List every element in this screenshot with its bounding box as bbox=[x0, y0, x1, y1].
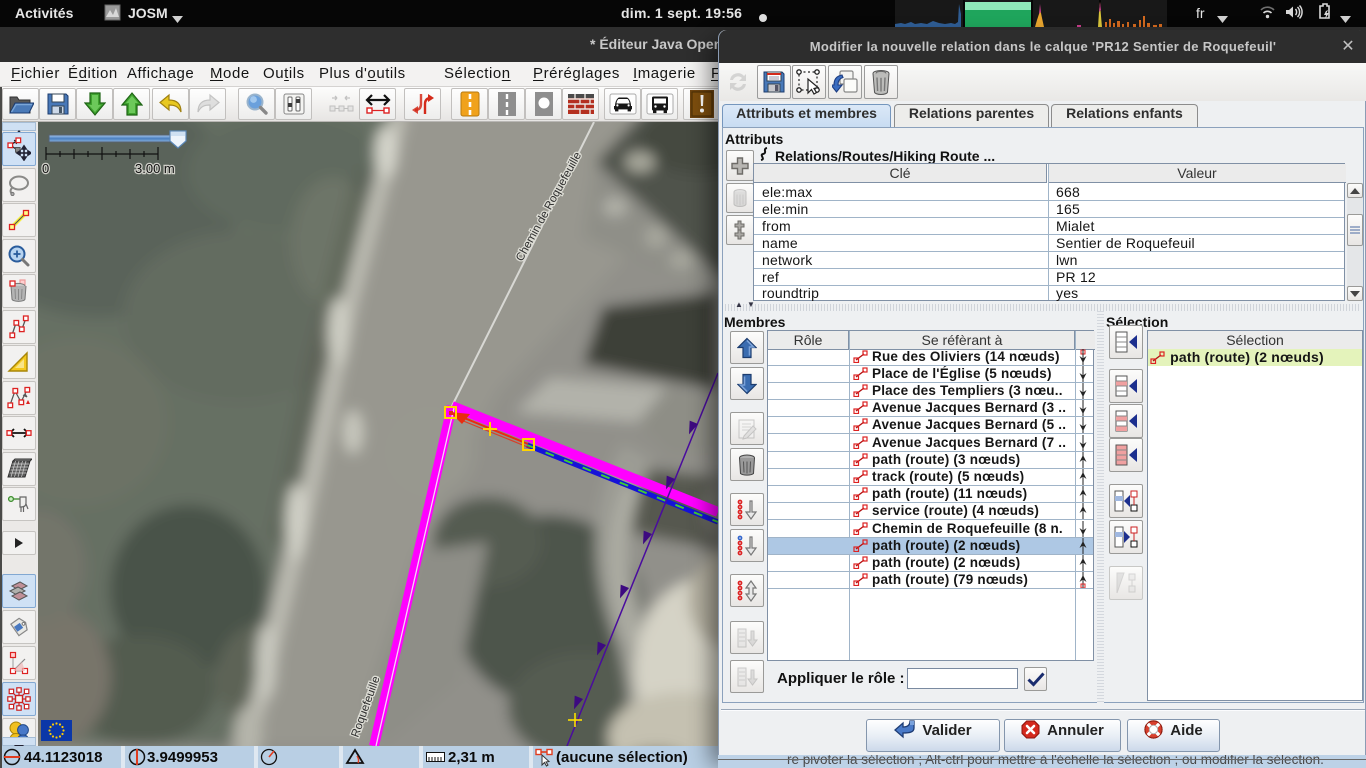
svg-text:3.00 m: 3.00 m bbox=[135, 161, 175, 176]
svg-text:0: 0 bbox=[42, 161, 49, 176]
